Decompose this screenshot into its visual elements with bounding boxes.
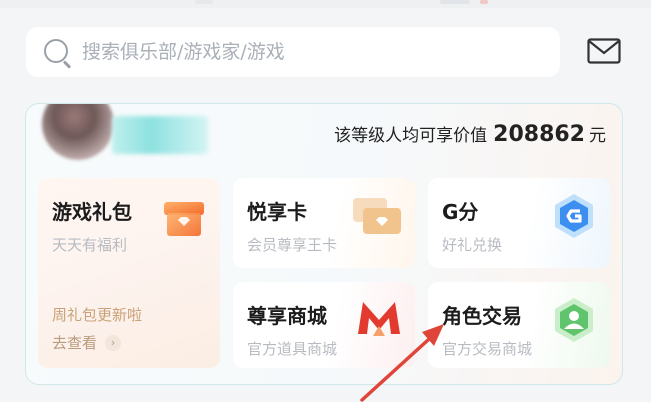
member-benefits-card: 该等级人均可享价值 208862 元 游戏礼包 天天有福利 周礼包更新啦 去查看… <box>25 103 623 385</box>
tile-promo-text: 周礼包更新啦 <box>52 306 143 324</box>
top-strip <box>0 0 651 8</box>
tile-joy-card[interactable]: 悦享卡 会员尊享王卡 <box>233 178 415 268</box>
tile-premium-shop[interactable]: 尊享商城 官方道具商城 <box>233 282 415 368</box>
tile-title: 角色交易 <box>442 304 522 328</box>
level-value-line: 该等级人均可享价值 208862 元 <box>334 121 606 147</box>
mail-icon[interactable] <box>587 38 621 64</box>
tile-subtitle: 好礼兑换 <box>442 236 503 254</box>
value-number: 208862 <box>493 122 585 147</box>
gift-box-icon <box>160 192 208 240</box>
user-nickname <box>112 116 208 154</box>
search-input[interactable] <box>82 41 522 63</box>
value-unit: 元 <box>589 126 606 146</box>
tile-subtitle: 天天有福利 <box>52 236 128 254</box>
tile-title: 尊享商城 <box>247 304 327 328</box>
tile-game-gift[interactable]: 游戏礼包 天天有福利 周礼包更新啦 去查看 › <box>38 178 220 368</box>
tile-subtitle: 官方交易商城 <box>442 340 533 358</box>
tile-subtitle: 官方道具商城 <box>247 340 338 358</box>
value-prefix: 该等级人均可享价值 <box>334 126 488 146</box>
tile-subtitle: 会员尊享王卡 <box>247 236 338 254</box>
tile-title: G分 <box>442 200 479 224</box>
view-link-label: 去查看 <box>52 334 98 352</box>
search-icon <box>42 37 72 69</box>
tile-title: 游戏礼包 <box>52 200 132 224</box>
tile-role-trading[interactable]: 角色交易 官方交易商城 <box>428 282 610 368</box>
chevron-right-icon: › <box>105 334 122 351</box>
tile-title: 悦享卡 <box>247 200 307 224</box>
tile-g-points[interactable]: G分 好礼兑换 <box>428 178 610 268</box>
view-link[interactable]: 去查看 › <box>52 332 122 353</box>
avatar[interactable] <box>42 104 114 160</box>
search-bar[interactable] <box>26 27 560 77</box>
user-hexagon-icon <box>550 296 598 344</box>
g-badge-icon <box>550 192 598 240</box>
m-logo-icon <box>355 296 403 344</box>
cards-icon <box>351 192 403 240</box>
